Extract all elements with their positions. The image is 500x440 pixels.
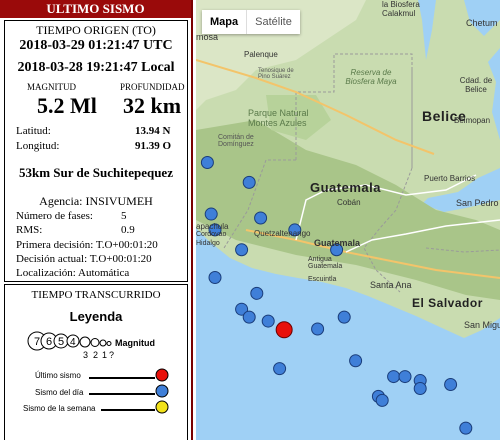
satellite-tab[interactable]: Satélite (246, 10, 300, 34)
day-quake-marker[interactable] (444, 378, 458, 392)
earthquake-info-panel: ULTIMO SISMO TIEMPO ORIGEN (TO) 2018-03-… (0, 0, 193, 440)
day-quake-legend-label: Sismo del día (35, 388, 84, 397)
latitude-value: 13.94 N (135, 125, 171, 137)
map-label: San Miguel (464, 320, 500, 330)
day-quake-marker[interactable] (349, 354, 363, 368)
quake-location: 53km Sur de Suchitepequez (19, 165, 173, 180)
map-label: apachula (196, 222, 229, 231)
day-quake-marker[interactable] (200, 156, 214, 170)
scale-number: 4 (70, 337, 76, 348)
depth-value: 32 km (123, 93, 182, 118)
day-quake-marker[interactable] (250, 286, 264, 300)
day-quake-marker[interactable] (459, 421, 473, 435)
scale-number: 2 (93, 350, 98, 360)
map-label: Belmopan (454, 116, 491, 125)
rms-value: 0.9 (121, 224, 135, 236)
legend-title: Leyenda (69, 309, 123, 324)
day-quake-marker-icon (155, 384, 169, 398)
country-label-guatemala: Guatemala (310, 180, 381, 195)
last-quake-marker-icon (155, 368, 169, 382)
scale-number: 6 (46, 336, 52, 348)
depth-label: PROFUNDIDAD (120, 82, 185, 92)
map-label: San Pedro (456, 198, 499, 208)
map-label: Escuintla (308, 276, 337, 283)
day-quake-marker[interactable] (387, 370, 401, 384)
map-label: Cobán (337, 198, 361, 207)
phases-value: 5 (121, 210, 127, 222)
map-label: Cdad. de Belice (459, 76, 493, 94)
day-quake-marker[interactable] (311, 322, 325, 336)
elapsed-time-title: TIEMPO TRANSCURRIDO (31, 289, 161, 301)
agency: Agencia: INSIVUMEH (39, 194, 153, 208)
capital-label-guatemala-city: Guatemala (314, 238, 361, 248)
day-quake-marker[interactable] (208, 270, 222, 284)
phases-label: Número de fases: (16, 210, 93, 222)
map-label: Parque Natural Montes Azules (248, 108, 309, 128)
localization: Localización: Automática (16, 267, 130, 279)
last-quake-marker[interactable] (275, 321, 293, 339)
map-label: Comitán de Domínguez (218, 134, 254, 148)
scale-number: 1 (102, 350, 107, 360)
magnitude-value: 5.2 Ml (37, 93, 97, 118)
day-quake-marker[interactable] (375, 393, 389, 407)
day-quake-marker[interactable] (337, 310, 351, 324)
scale-number: 7 (34, 336, 40, 348)
map-tab[interactable]: Mapa (202, 10, 246, 34)
day-quake-marker[interactable] (273, 362, 287, 376)
earthquake-map[interactable]: la Biosfera Calakmul Chetum mosa Palenqu… (196, 0, 500, 440)
map-label: la Biosfera (382, 0, 420, 9)
map-label: Quetzaltenango (254, 229, 311, 238)
day-quake-marker[interactable] (242, 310, 256, 324)
scale-number: 3 (83, 350, 88, 360)
scale-number: ? (109, 350, 114, 360)
day-quake-marker[interactable] (235, 243, 249, 257)
map-label: Cordovao (196, 231, 227, 238)
week-quake-marker-icon (155, 400, 169, 414)
day-quake-marker[interactable] (204, 207, 218, 221)
map-label: Puerto Barrios (424, 174, 476, 183)
map-label: Hidalgo (196, 240, 220, 247)
country-label-el-salvador: El Salvador (412, 296, 483, 310)
day-quake-marker[interactable] (261, 314, 275, 328)
magnitude-label: MAGNITUD (27, 82, 76, 92)
map-label: Reserva de Biosfera Maya (345, 68, 397, 86)
map-label: Santa Ana (370, 280, 412, 290)
map-canvas[interactable] (196, 0, 500, 440)
first-decision: Primera decisión: T.O+00:01:20 (16, 239, 158, 251)
map-label: Calakmul (382, 9, 416, 18)
scale-number: 5 (58, 336, 64, 348)
longitude-value: 91.39 O (135, 140, 172, 152)
week-quake-legend-label: Sismo de la semana (23, 404, 96, 413)
map-label: Chetum (466, 18, 498, 28)
day-quake-marker[interactable] (398, 370, 412, 384)
last-quake-legend-label: Último sismo (35, 371, 81, 380)
local-time: 2018-03-28 19:21:47 Local (17, 60, 175, 75)
day-quake-marker[interactable] (254, 211, 268, 225)
latitude-label: Latitud: (16, 125, 51, 137)
legend-graphic: 7 6 5 4 3 2 1 ? Magnitud Último sismo Si… (23, 331, 169, 414)
rms-label: RMS: (16, 224, 43, 236)
day-quake-marker[interactable] (413, 381, 427, 395)
map-label: Palenque (244, 50, 278, 59)
map-label: Antigua Guatemala (308, 256, 343, 270)
origin-time-title: TIEMPO ORIGEN (TO) (36, 23, 156, 37)
current-decision: Decisión actual: T.O+00:01:20 (16, 253, 152, 265)
elapsed-time-box: TIEMPO TRANSCURRIDO Leyenda 7 6 5 4 3 2 … (4, 284, 188, 440)
magnitude-legend-label: Magnitud (115, 338, 155, 348)
panel-header: ULTIMO SISMO (0, 0, 191, 18)
map-type-control[interactable]: Mapa Satélite (202, 10, 300, 34)
map-label: Tenosique de Pino Suárez (258, 68, 294, 80)
last-quake-details: TIEMPO ORIGEN (TO) 2018-03-29 01:21:47 U… (4, 20, 188, 282)
day-quake-marker[interactable] (242, 175, 256, 189)
longitude-label: Longitud: (16, 140, 60, 152)
utc-time: 2018-03-29 01:21:47 UTC (19, 38, 173, 53)
